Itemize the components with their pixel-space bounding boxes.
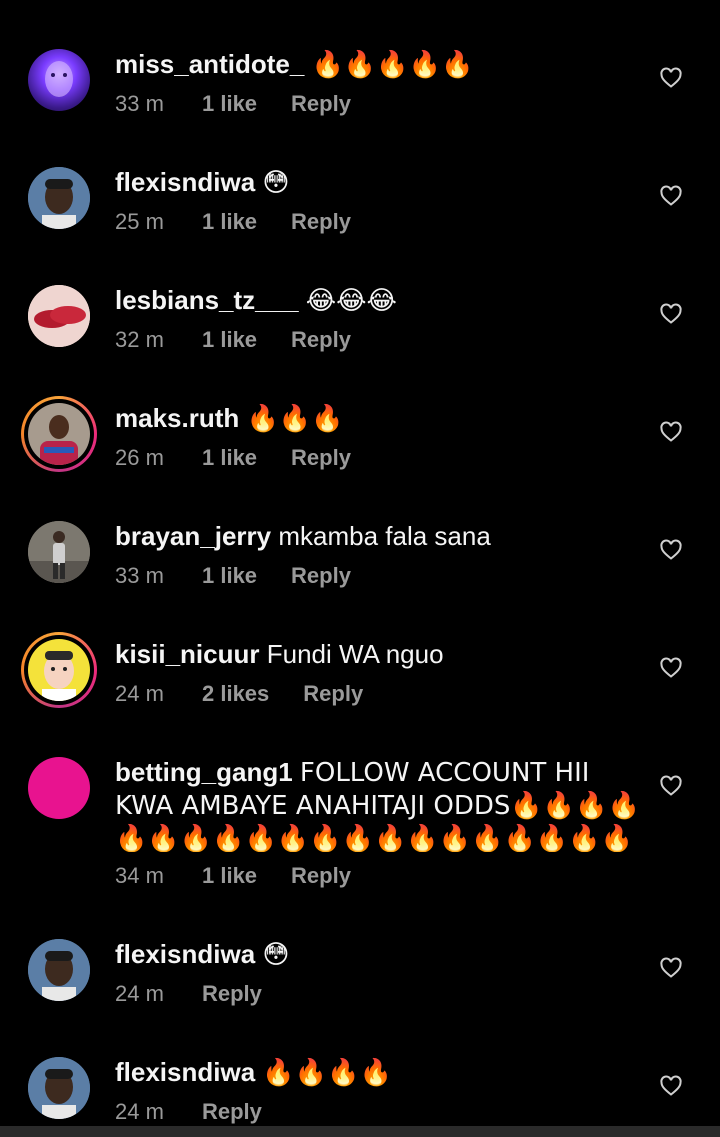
avatar-story-ring[interactable] [21, 632, 97, 708]
avatar-image [28, 1057, 90, 1119]
reply-button[interactable]: Reply [291, 562, 351, 590]
comment-likes[interactable]: 1 like [202, 562, 257, 590]
comment-text: kisii_nicuur Fundi WA nguo [115, 638, 635, 670]
reply-button[interactable]: Reply [291, 444, 351, 472]
avatar-image [28, 285, 90, 347]
reply-button[interactable]: Reply [202, 980, 262, 1008]
comment-body: 😳 [262, 168, 290, 198]
heart-outline-icon[interactable] [659, 1074, 683, 1098]
comment-likes[interactable]: 2 likes [202, 680, 269, 708]
comment-username[interactable]: maks.ruth [115, 403, 239, 433]
avatar [28, 639, 90, 701]
avatar[interactable] [28, 939, 90, 1001]
heart-outline-icon[interactable] [659, 538, 683, 562]
comment-username[interactable]: miss_antidote_ [115, 49, 304, 79]
avatar-image [28, 639, 90, 701]
comment-body: Fundi WA nguo [266, 639, 444, 669]
comment-time: 24 m [115, 681, 164, 706]
comment-meta: 24 m 2 likes Reply [115, 680, 363, 708]
heart-outline-icon[interactable] [659, 956, 683, 980]
avatar-image [45, 61, 73, 97]
comment-time: 26 m [115, 445, 164, 470]
reply-button[interactable]: Reply [291, 90, 351, 118]
comment-meta: 24 m Reply [115, 980, 262, 1008]
comment-time: 24 m [115, 981, 164, 1006]
comment-time: 33 m [115, 563, 164, 588]
comment-likes[interactable]: 1 like [202, 444, 257, 472]
heart-outline-icon[interactable] [659, 66, 683, 90]
avatar[interactable] [28, 1057, 90, 1119]
avatar-image [28, 521, 90, 583]
avatar-image [28, 403, 90, 465]
avatar-image [28, 939, 90, 1001]
heart-outline-icon[interactable] [659, 656, 683, 680]
comment-time: 33 m [115, 91, 164, 116]
comment-likes[interactable]: 1 like [202, 326, 257, 354]
heart-outline-icon[interactable] [659, 184, 683, 208]
comment-username[interactable]: kisii_nicuur [115, 639, 260, 669]
comment-likes[interactable]: 1 like [202, 208, 257, 236]
comment-text: lesbians_tz___ 😂😂😂 [115, 284, 635, 317]
comment-body: 🔥🔥🔥🔥🔥 [311, 50, 474, 80]
comment-text: miss_antidote_ 🔥🔥🔥🔥🔥 [115, 48, 635, 81]
comment-time: 24 m [115, 1099, 164, 1124]
comment-username[interactable]: flexisndiwa [115, 167, 255, 197]
comment-meta: 33 m 1 like Reply [115, 562, 351, 590]
comment-meta: 32 m 1 like Reply [115, 326, 351, 354]
comment-meta: 24 m Reply [115, 1098, 262, 1126]
comment-meta: 34 m 1 like Reply [115, 862, 351, 890]
comment-likes[interactable]: 1 like [202, 862, 257, 890]
comment-time: 34 m [115, 863, 164, 888]
reply-button[interactable]: Reply [291, 208, 351, 236]
reply-button[interactable]: Reply [303, 680, 363, 708]
comment-body: 🔥🔥🔥🔥 [262, 1058, 392, 1088]
comment-username[interactable]: flexisndiwa [115, 939, 255, 969]
heart-outline-icon[interactable] [659, 302, 683, 326]
avatar-image [28, 167, 90, 229]
comment-username[interactable]: flexisndiwa [115, 1057, 255, 1087]
comment-body: 🔥🔥🔥 [246, 404, 344, 434]
comment-text: flexisndiwa 😳 [115, 938, 635, 971]
avatar-story-ring[interactable] [21, 396, 97, 472]
comment-body: 😳 [262, 940, 290, 970]
comment-meta: 25 m 1 like Reply [115, 208, 351, 236]
comment-time: 25 m [115, 209, 164, 234]
reply-button[interactable]: Reply [291, 326, 351, 354]
comment-meta: 33 m 1 like Reply [115, 90, 351, 118]
heart-outline-icon[interactable] [659, 774, 683, 798]
comment-body: mkamba fala sana [278, 521, 491, 551]
heart-outline-icon[interactable] [659, 420, 683, 444]
bottom-edge-bar [0, 1126, 720, 1137]
comment-text: maks.ruth 🔥🔥🔥 [115, 402, 635, 435]
comment-meta: 26 m 1 like Reply [115, 444, 351, 472]
comment-text: brayan_jerry mkamba fala sana [115, 520, 635, 552]
avatar[interactable] [28, 285, 90, 347]
comment-text: betting_gang1 FOLLOW ACCOUNT HII KWA AMB… [115, 756, 640, 852]
avatar[interactable] [28, 49, 90, 111]
comment-likes[interactable]: 1 like [202, 90, 257, 118]
avatar[interactable] [28, 521, 90, 583]
reply-button[interactable]: Reply [202, 1098, 262, 1126]
comment-text: flexisndiwa 🔥🔥🔥🔥 [115, 1056, 635, 1089]
avatar [28, 403, 90, 465]
comment-body: 😂😂😂 [305, 286, 397, 316]
comment-username[interactable]: lesbians_tz___ [115, 285, 299, 315]
avatar[interactable] [28, 757, 90, 819]
avatar[interactable] [28, 167, 90, 229]
comment-text: flexisndiwa 😳 [115, 166, 635, 199]
comment-time: 32 m [115, 327, 164, 352]
comment-username[interactable]: brayan_jerry [115, 521, 271, 551]
comment-username[interactable]: betting_gang1 [115, 757, 293, 787]
reply-button[interactable]: Reply [291, 862, 351, 890]
